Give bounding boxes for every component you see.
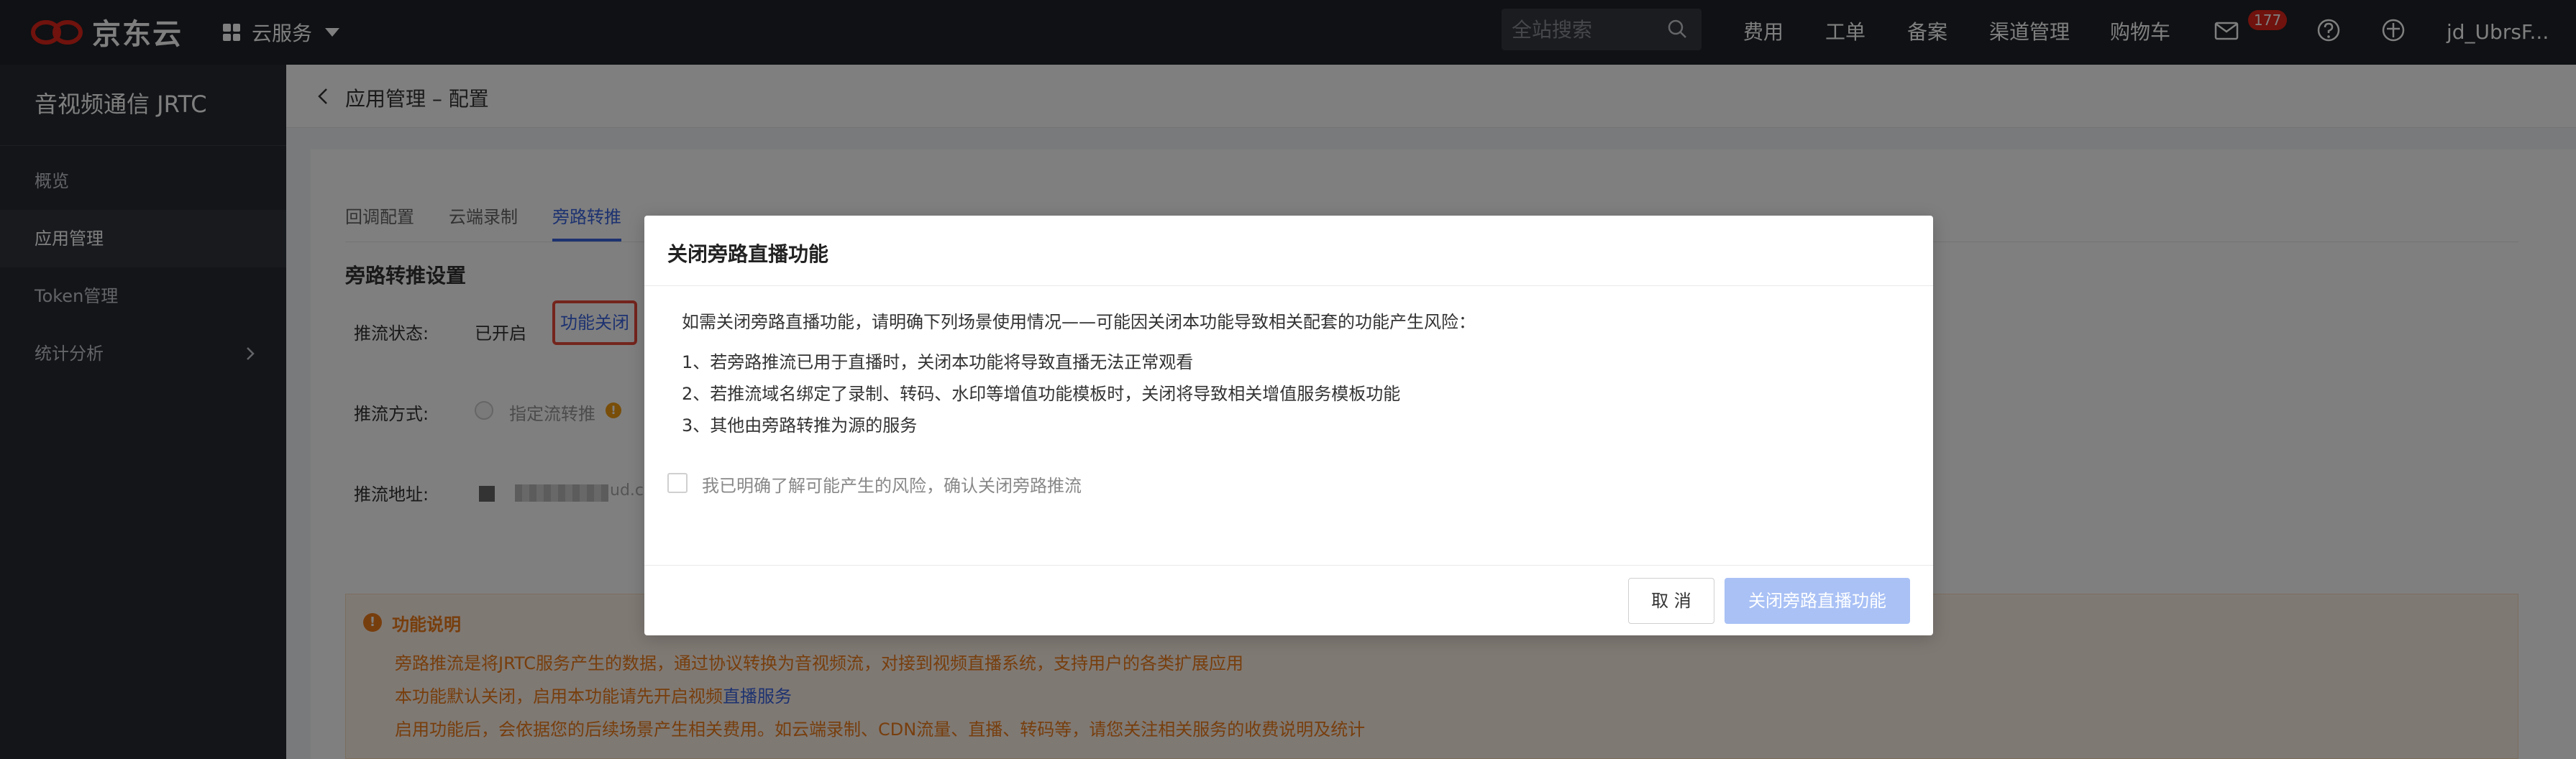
modal-intro: 如需关闭旁路直播功能，请明确下列场景使用情况——可能因关闭本功能导致相关配套的功… xyxy=(682,312,1476,332)
confirm-risk-label[interactable]: 我已明确了解可能产生的风险，确认关闭旁路推流 xyxy=(702,472,1082,497)
modal-footer-divider xyxy=(644,565,1933,566)
confirm-close-button[interactable]: 关闭旁路直播功能 xyxy=(1725,578,1910,624)
cancel-button[interactable]: 取 消 xyxy=(1628,578,1714,624)
modal-title: 关闭旁路直播功能 xyxy=(667,242,829,266)
modal-risk-item-2: 2、若推流域名绑定了录制、转码、水印等增值功能模板时，关闭将导致相关增值服务模板… xyxy=(682,384,1401,404)
modal-header: 关闭旁路直播功能 xyxy=(644,216,1933,286)
modal-risk-item-3: 3、其他由旁路转推为源的服务 xyxy=(682,415,918,436)
confirm-risk-checkbox[interactable] xyxy=(667,473,688,493)
modal-risk-item-1: 1、若旁路推流已用于直播时，关闭本功能将导致直播无法正常观看 xyxy=(682,352,1194,372)
close-bypass-modal: 关闭旁路直播功能 如需关闭旁路直播功能，请明确下列场景使用情况——可能因关闭本功… xyxy=(644,216,1933,635)
